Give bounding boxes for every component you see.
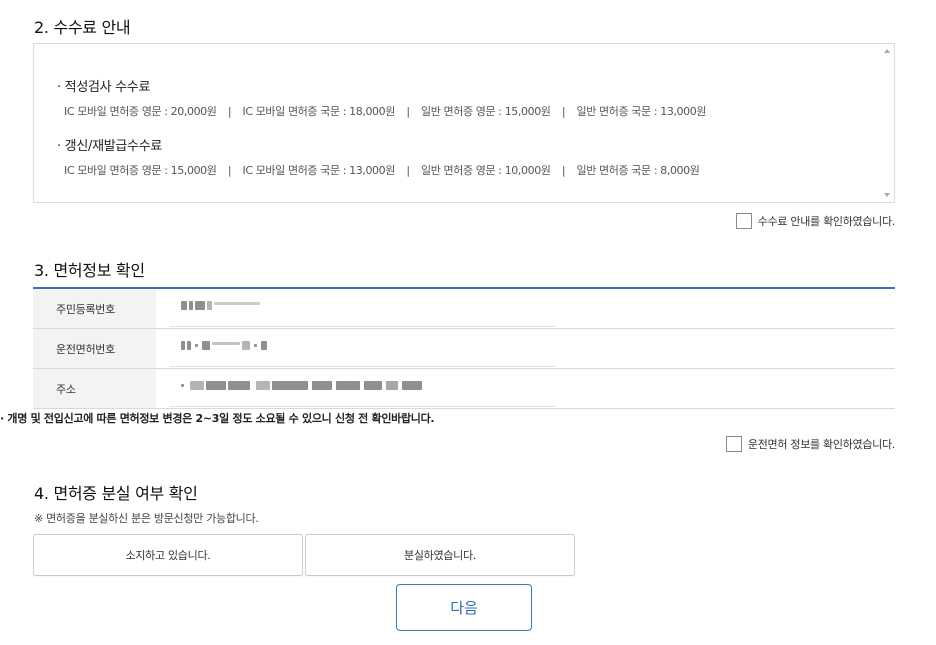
fee-section-title: 2. 수수료 안내 [34,18,131,37]
license-confirm-row[interactable]: 운전면허 정보를 확인하였습니다. [725,436,895,452]
fee-info-box[interactable]: · 적성검사 수수료 IC 모바일 면허증 영문 : 20,000원 | IC 모바… [33,43,895,203]
table-row: 운전면허번호 [33,329,895,369]
fee-item: 일반 면허증 국문 : 13,000원 [576,105,707,118]
fee-group-title: · 적성검사 수수료 [57,80,151,95]
license-info-table: 주민등록번호 운전면허번호 주소 [33,287,895,409]
resident-number-label: 주민등록번호 [33,289,156,328]
address-value [170,375,556,407]
resident-number-value [170,295,556,327]
fee-separator: | [227,164,232,177]
table-row: 주민등록번호 [33,289,895,329]
loss-section-title: 4. 면허증 분실 여부 확인 [34,484,198,503]
fee-item: IC 모바일 면허증 영문 : 15,000원 [64,164,217,177]
fee-separator: | [406,105,410,118]
fee-item: IC 모바일 면허증 영문 : 20,000원 [64,105,217,118]
fee-item: 일반 면허증 영문 : 10,000원 [420,164,551,177]
fee-item: IC 모바일 면허증 국문 : 13,000원 [242,164,395,177]
license-confirm-label[interactable]: 운전면허 정보를 확인하였습니다. [748,436,895,452]
address-label: 주소 [33,369,156,408]
fee-item: 일반 면허증 국문 : 8,000원 [576,164,700,177]
fee-group-title: · 갱신/재발급수수료 [57,139,163,154]
license-number-label: 운전면허번호 [33,329,156,368]
next-button[interactable]: 다음 [396,584,532,631]
have-license-button[interactable]: 소지하고 있습니다. [33,534,303,576]
license-number-value [170,335,556,367]
fee-separator: | [227,105,232,118]
lost-license-button[interactable]: 분실하였습니다. [305,534,575,576]
fee-separator: | [561,105,566,118]
fee-confirm-row[interactable]: 수수료 안내를 확인하였습니다. [735,213,896,229]
license-confirm-checkbox[interactable] [725,436,742,452]
scroll-down-arrow-icon[interactable] [884,193,890,197]
fee-list: IC 모바일 면허증 영문 : 15,000원 | IC 모바일 면허증 국문 : … [64,162,700,178]
loss-notice: ※ 면허증을 분실하신 분은 방문신청만 가능합니다. [34,512,259,525]
fee-confirm-label[interactable]: 수수료 안내를 확인하였습니다. [758,213,896,229]
table-row: 주소 [33,369,895,409]
scroll-up-arrow-icon[interactable] [884,49,890,53]
fee-item: 일반 면허증 영문 : 15,000원 [420,105,551,118]
fee-separator: | [406,164,410,177]
fee-confirm-checkbox[interactable] [735,213,752,229]
fee-list: IC 모바일 면허증 영문 : 20,000원 | IC 모바일 면허증 국문 : … [64,103,706,119]
license-change-notice: · 개명 및 전입신고에 따른 면허정보 변경은 2~3일 정도 소요될 수 있… [0,412,435,425]
fee-item: IC 모바일 면허증 국문 : 18,000원 [242,105,395,118]
fee-box-scrollbar[interactable] [880,44,894,202]
license-section-title: 3. 면허정보 확인 [34,261,145,280]
fee-separator: | [561,164,566,177]
